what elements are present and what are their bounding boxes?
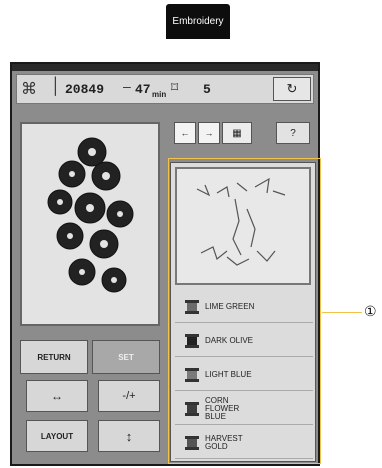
screen-top-bar <box>12 64 318 71</box>
cutter-icon: ↻ <box>286 81 298 96</box>
color-spool-icon: ⌑ <box>171 79 179 95</box>
rotate-left-button[interactable]: ← <box>174 122 196 144</box>
rotate-right-button[interactable]: → <box>198 122 220 144</box>
return-label: RETURN <box>37 352 71 362</box>
size-button[interactable]: -/+ <box>98 380 160 412</box>
rotate-right-icon: → <box>204 128 214 138</box>
color-count: 5 <box>203 82 211 97</box>
embroidery-tab-label: Embroidery <box>172 16 224 27</box>
rotate-left-icon: ← <box>180 128 190 138</box>
return-button[interactable]: RETURN <box>20 340 88 374</box>
zoom-button[interactable]: ▦ <box>222 122 252 144</box>
flower-design-preview <box>47 137 134 293</box>
clock-icon: – <box>123 78 131 94</box>
help-icon: ? <box>290 127 296 139</box>
status-bar: ⌘ │ 20849 – 47 min ⌑ 5 ↻ <box>16 74 314 104</box>
callout-line <box>322 312 362 313</box>
move-button[interactable]: ↕ <box>98 420 160 452</box>
layout-button[interactable]: LAYOUT <box>26 420 88 452</box>
embroidery-mode-tab: Embroidery <box>166 4 230 39</box>
mirror-icon: ↔ <box>51 389 63 403</box>
layout-label: LAYOUT <box>40 431 74 441</box>
move-icon: ↕ <box>125 428 133 444</box>
callout-frame <box>168 158 321 464</box>
size-label: -/+ <box>122 390 136 402</box>
embroidery-preview <box>20 122 160 326</box>
mirror-button[interactable]: ↔ <box>26 380 88 412</box>
thread-cutter-button[interactable]: ↻ <box>273 77 311 101</box>
sewing-time: 47 <box>135 82 151 97</box>
callout-label: ① <box>364 303 377 319</box>
needle-icon: │ <box>51 78 61 95</box>
time-unit: min <box>152 90 167 99</box>
help-button[interactable]: ? <box>276 122 310 144</box>
stitch-count: 20849 <box>65 82 105 97</box>
presser-foot-icon: ⌘ <box>21 81 37 98</box>
zoom-icon: ▦ <box>232 127 242 139</box>
set-button[interactable]: SET <box>92 340 160 374</box>
set-label: SET <box>118 352 134 362</box>
